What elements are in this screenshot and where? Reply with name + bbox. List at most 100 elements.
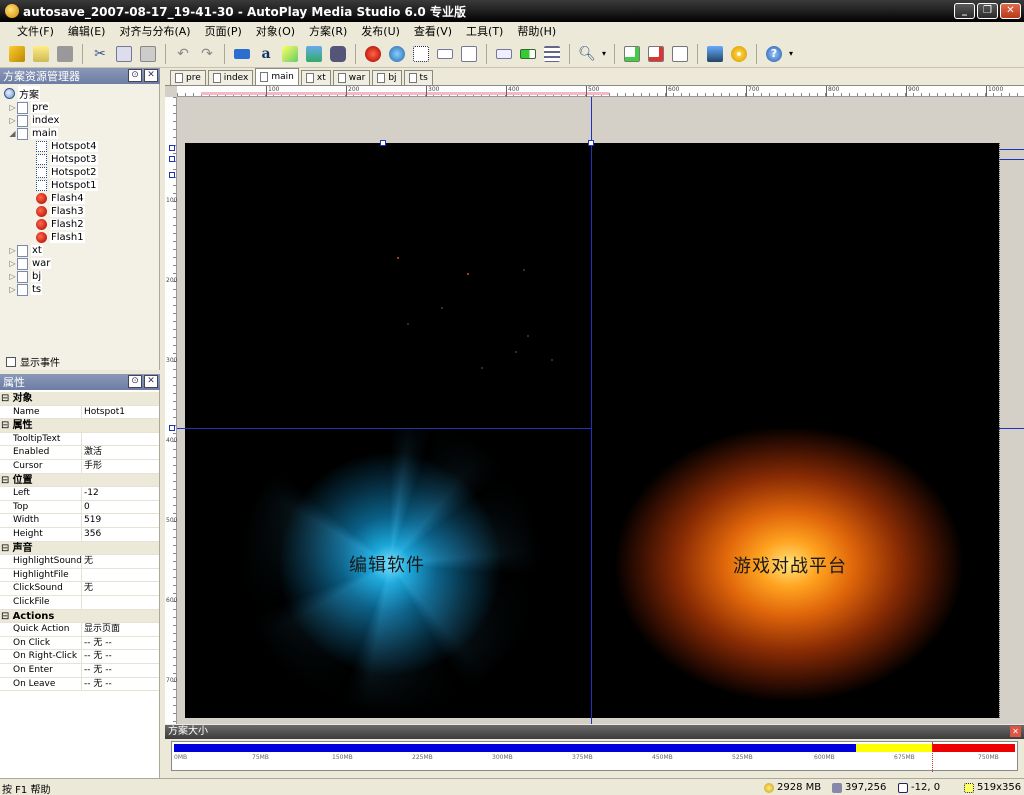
resize-handle[interactable] <box>169 156 175 162</box>
paste-icon[interactable] <box>137 43 159 65</box>
tree-item-flash3[interactable]: Flash3 <box>36 205 85 218</box>
combobox-object-icon[interactable] <box>493 43 515 65</box>
expand-icon[interactable]: ▷ <box>8 246 17 255</box>
resize-handle[interactable] <box>169 172 175 178</box>
prop-value[interactable]: 无 <box>82 582 93 595</box>
menu-page[interactable]: 页面(P) <box>198 23 249 39</box>
prop-row[interactable]: TooltipText <box>0 432 159 447</box>
prop-row[interactable]: Enabled 激活 <box>0 446 159 460</box>
menu-view[interactable]: 查看(V) <box>407 23 459 39</box>
wizard-icon[interactable] <box>6 43 28 65</box>
tab-xt[interactable]: xt <box>300 70 331 85</box>
button-object-icon[interactable] <box>231 43 253 65</box>
close-icon[interactable]: ✕ <box>144 375 158 388</box>
menu-publish[interactable]: 发布(U) <box>354 23 407 39</box>
chevron-down-icon[interactable]: ▾ <box>787 43 795 65</box>
prop-row[interactable]: ClickSound 无 <box>0 582 159 596</box>
tab-main[interactable]: main <box>255 68 299 85</box>
prop-value[interactable]: 激活 <box>82 446 102 459</box>
prop-value[interactable]: 手形 <box>82 460 102 473</box>
resize-handle[interactable] <box>169 425 175 431</box>
tree-item-pre[interactable]: ▷ pre <box>8 101 50 114</box>
prop-row[interactable]: Height 356 <box>0 528 159 542</box>
listbox-object-icon[interactable] <box>458 43 480 65</box>
prop-row[interactable]: HighlightFile <box>0 568 159 583</box>
prop-value[interactable]: 显示页面 <box>82 623 120 636</box>
prop-value[interactable]: Hotspot1 <box>82 406 125 419</box>
close-icon[interactable]: ✕ <box>144 69 158 82</box>
show-events-checkbox[interactable]: 显示事件 <box>6 354 60 369</box>
preview-icon[interactable] <box>704 43 726 65</box>
menu-edit[interactable]: 编辑(E) <box>61 23 113 39</box>
prop-row[interactable]: Quick Action 显示页面 <box>0 623 159 637</box>
tree-item-flash1[interactable]: Flash1 <box>36 231 85 244</box>
prop-value[interactable]: 519 <box>82 514 101 527</box>
prop-category[interactable]: 位置 <box>0 473 159 488</box>
prop-value[interactable]: -12 <box>82 487 99 500</box>
save-icon[interactable] <box>54 43 76 65</box>
tree-item-hotspot2[interactable]: Hotspot2 <box>36 166 98 179</box>
prop-row[interactable]: HighlightSound 无 <box>0 555 159 569</box>
prop-row[interactable]: ClickFile <box>0 596 159 610</box>
web-object-icon[interactable] <box>386 43 408 65</box>
prop-row[interactable]: Top 0 <box>0 500 159 515</box>
copy-icon[interactable] <box>113 43 135 65</box>
resize-handle[interactable] <box>169 145 175 151</box>
prop-value[interactable]: -- 无 -- <box>82 637 112 650</box>
prop-value[interactable]: 356 <box>82 528 101 541</box>
prop-row[interactable]: On Right-Click -- 无 -- <box>0 650 159 664</box>
tab-index[interactable]: index <box>207 70 254 85</box>
menu-tools[interactable]: 工具(T) <box>459 23 510 39</box>
new-page-icon[interactable] <box>621 43 643 65</box>
pin-icon[interactable]: ⊙ <box>128 69 142 82</box>
prop-row[interactable]: On Enter -- 无 -- <box>0 664 159 678</box>
close-icon[interactable]: ✕ <box>1010 726 1021 737</box>
maximize-button[interactable]: ❐ <box>977 3 998 19</box>
prop-category[interactable]: 属性 <box>0 419 159 433</box>
prop-category[interactable]: 对象 <box>0 392 159 406</box>
tab-war[interactable]: war <box>332 70 371 85</box>
tree-item-bj[interactable]: ▷ bj <box>8 270 43 283</box>
prop-value[interactable]: -- 无 -- <box>82 650 112 663</box>
expand-icon[interactable]: ▷ <box>8 259 17 268</box>
prop-row[interactable]: Left -12 <box>0 487 159 501</box>
prop-category[interactable]: 声音 <box>0 541 159 556</box>
tree-item-flash4[interactable]: Flash4 <box>36 192 85 205</box>
tree-object-icon[interactable] <box>541 43 563 65</box>
menu-align[interactable]: 对齐与分布(A) <box>112 23 197 39</box>
prop-value[interactable]: -- 无 -- <box>82 664 112 677</box>
checkbox-box[interactable] <box>6 356 16 367</box>
expand-icon[interactable]: ▷ <box>8 103 17 112</box>
flash-object-icon[interactable] <box>362 43 384 65</box>
prop-category[interactable]: Actions <box>0 609 159 624</box>
input-object-icon[interactable] <box>434 43 456 65</box>
tree-item-hotspot3[interactable]: Hotspot3 <box>36 153 98 166</box>
image-object-icon[interactable] <box>303 43 325 65</box>
prop-row[interactable]: On Click -- 无 -- <box>0 636 159 651</box>
undo-icon[interactable]: ↶ <box>172 43 194 65</box>
expand-icon[interactable]: ▷ <box>8 272 17 281</box>
build-icon[interactable] <box>728 43 750 65</box>
label-object-icon[interactable]: a <box>255 43 277 65</box>
progress-object-icon[interactable] <box>517 43 539 65</box>
pin-icon[interactable]: ⊙ <box>128 375 142 388</box>
prop-value[interactable] <box>82 433 84 446</box>
tab-ts[interactable]: ts <box>403 70 433 85</box>
resize-handle[interactable] <box>588 140 594 146</box>
redo-icon[interactable]: ↷ <box>196 43 218 65</box>
tree-item-index[interactable]: ▷ index <box>8 114 61 127</box>
tree-item-xt[interactable]: ▷ xt <box>8 244 43 257</box>
menu-help[interactable]: 帮助(H) <box>510 23 563 39</box>
tab-pre[interactable]: pre <box>170 70 206 85</box>
resize-handle[interactable] <box>380 140 386 146</box>
menu-object[interactable]: 对象(O) <box>249 23 302 39</box>
collapse-icon[interactable]: ◢ <box>8 129 17 138</box>
paragraph-object-icon[interactable] <box>279 43 301 65</box>
tree-item-hotspot1[interactable]: Hotspot1 <box>36 179 98 192</box>
tab-bj[interactable]: bj <box>372 70 402 85</box>
prop-value[interactable] <box>82 569 84 582</box>
tree-item-hotspot4[interactable]: Hotspot4 <box>36 140 98 153</box>
close-button[interactable]: ✕ <box>1000 3 1021 19</box>
prop-value[interactable] <box>82 596 84 609</box>
zoom-icon[interactable]: 🔍︎ <box>576 43 598 65</box>
